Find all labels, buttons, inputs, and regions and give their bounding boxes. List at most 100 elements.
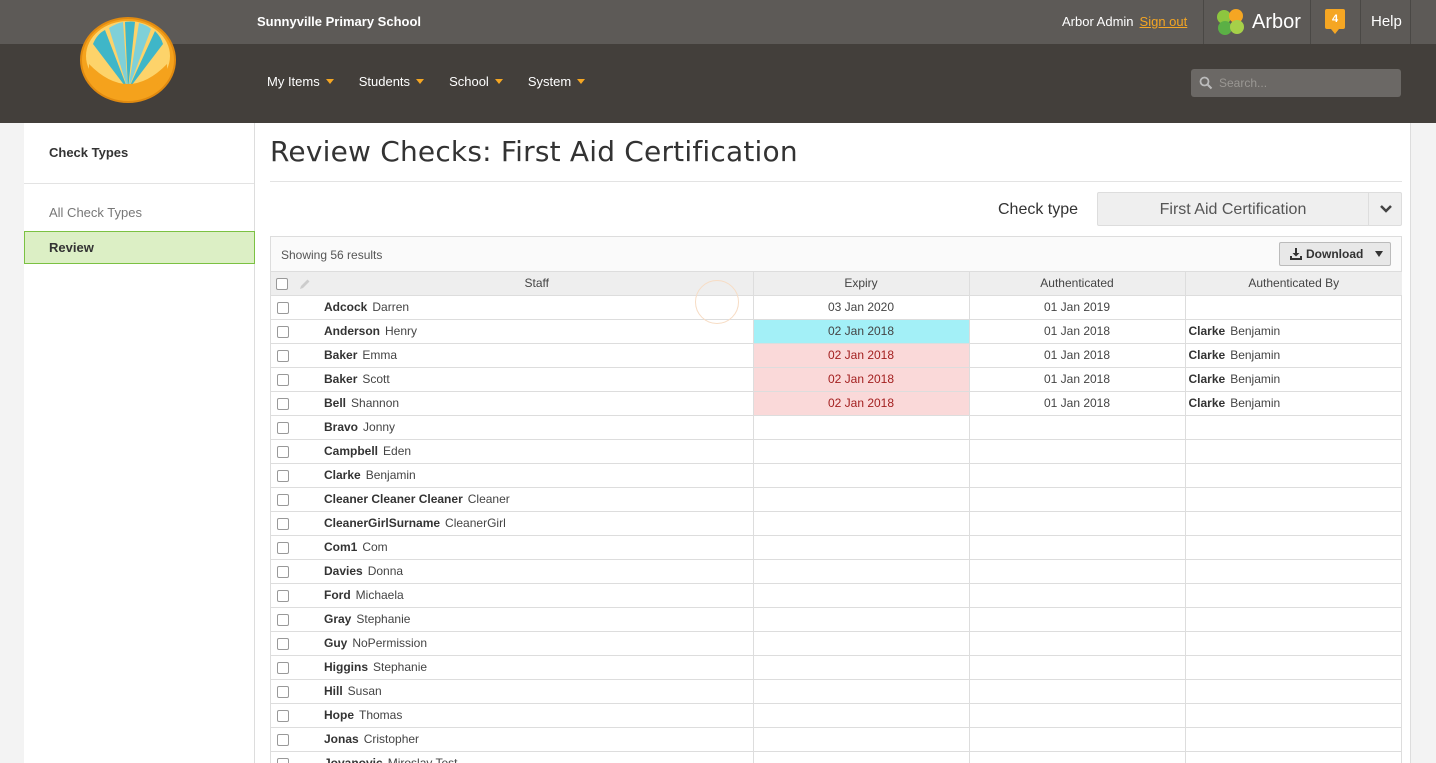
row-checkbox[interactable] xyxy=(277,445,289,458)
authenticated-cell[interactable] xyxy=(969,679,1186,704)
school-logo[interactable] xyxy=(79,16,177,104)
staff-cell[interactable]: Ford Michaela xyxy=(321,583,754,608)
authenticated-cell[interactable] xyxy=(969,583,1186,608)
staff-cell[interactable]: Jovanovic Miroslav Test xyxy=(321,751,754,763)
check-type-select[interactable]: First Aid Certification xyxy=(1097,192,1402,226)
nav-my-items[interactable]: My Items xyxy=(267,74,334,89)
staff-cell[interactable]: Davies Donna xyxy=(321,559,754,584)
authenticated-cell[interactable] xyxy=(969,463,1186,488)
sidebar-item-review[interactable]: Review xyxy=(24,231,255,264)
nav-system[interactable]: System xyxy=(528,74,586,89)
expiry-cell[interactable]: 02 Jan 2018 xyxy=(753,319,970,344)
authenticated-by-cell[interactable]: Clarke Benjamin xyxy=(1185,343,1402,368)
row-checkbox[interactable] xyxy=(277,757,289,763)
staff-cell[interactable]: Higgins Stephanie xyxy=(321,655,754,680)
authenticated-cell[interactable]: 01 Jan 2018 xyxy=(969,367,1186,392)
authenticated-cell[interactable] xyxy=(969,487,1186,512)
nav-students[interactable]: Students xyxy=(359,74,425,89)
expiry-cell[interactable] xyxy=(753,511,970,536)
authenticated-by-cell[interactable] xyxy=(1185,511,1402,536)
column-header-staff[interactable]: Staff xyxy=(321,272,754,296)
table-row[interactable]: Campbell Eden xyxy=(271,439,1402,464)
table-row[interactable]: Com1 Com xyxy=(271,535,1402,560)
staff-cell[interactable]: Guy NoPermission xyxy=(321,631,754,656)
column-header-authenticated-by[interactable]: Authenticated By xyxy=(1185,272,1402,296)
sidebar-item-all-check-types[interactable]: All Check Types xyxy=(49,205,142,220)
sign-out-link[interactable]: Sign out xyxy=(1140,14,1188,29)
authenticated-cell[interactable] xyxy=(969,415,1186,440)
row-checkbox[interactable] xyxy=(277,733,289,746)
authenticated-cell[interactable] xyxy=(969,703,1186,728)
arbor-brand[interactable]: Arbor xyxy=(1214,6,1301,38)
authenticated-by-cell[interactable]: Clarke Benjamin xyxy=(1185,367,1402,392)
staff-cell[interactable]: Baker Emma xyxy=(321,343,754,368)
school-name[interactable]: Sunnyville Primary School xyxy=(257,14,421,29)
expiry-cell[interactable] xyxy=(753,583,970,608)
authenticated-by-cell[interactable] xyxy=(1185,559,1402,584)
pencil-icon[interactable] xyxy=(299,278,311,290)
row-checkbox[interactable] xyxy=(277,421,289,434)
authenticated-by-cell[interactable]: Clarke Benjamin xyxy=(1185,391,1402,416)
authenticated-by-cell[interactable] xyxy=(1185,703,1402,728)
table-row[interactable]: Adcock Darren 03 Jan 2020 01 Jan 2019 xyxy=(271,295,1402,320)
row-checkbox[interactable] xyxy=(277,613,289,626)
expiry-cell[interactable] xyxy=(753,463,970,488)
table-row[interactable]: Davies Donna xyxy=(271,559,1402,584)
help-link[interactable]: Help xyxy=(1371,13,1402,30)
staff-cell[interactable]: Baker Scott xyxy=(321,367,754,392)
authenticated-by-cell[interactable] xyxy=(1185,415,1402,440)
expiry-cell[interactable] xyxy=(753,535,970,560)
row-checkbox[interactable] xyxy=(277,637,289,650)
table-row[interactable]: Hill Susan xyxy=(271,679,1402,704)
authenticated-cell[interactable] xyxy=(969,535,1186,560)
row-checkbox[interactable] xyxy=(277,589,289,602)
authenticated-by-cell[interactable] xyxy=(1185,631,1402,656)
expiry-cell[interactable] xyxy=(753,487,970,512)
authenticated-by-cell[interactable] xyxy=(1185,463,1402,488)
authenticated-by-cell[interactable] xyxy=(1185,295,1402,320)
authenticated-by-cell[interactable] xyxy=(1185,655,1402,680)
staff-cell[interactable]: Bell Shannon xyxy=(321,391,754,416)
expiry-cell[interactable] xyxy=(753,415,970,440)
nav-school[interactable]: School xyxy=(449,74,503,89)
authenticated-cell[interactable] xyxy=(969,655,1186,680)
row-checkbox[interactable] xyxy=(277,469,289,482)
row-checkbox[interactable] xyxy=(277,373,289,386)
select-toggle[interactable] xyxy=(1368,193,1402,225)
row-checkbox[interactable] xyxy=(277,349,289,362)
authenticated-cell[interactable] xyxy=(969,559,1186,584)
staff-cell[interactable]: Gray Stephanie xyxy=(321,607,754,632)
row-checkbox[interactable] xyxy=(277,565,289,578)
authenticated-cell[interactable]: 01 Jan 2018 xyxy=(969,319,1186,344)
table-row[interactable]: Jonas Cristopher xyxy=(271,727,1402,752)
table-row[interactable]: Jovanovic Miroslav Test xyxy=(271,751,1402,763)
column-header-authenticated[interactable]: Authenticated xyxy=(969,272,1186,296)
table-row[interactable]: Hope Thomas xyxy=(271,703,1402,728)
table-row[interactable]: Baker Emma 02 Jan 2018 01 Jan 2018 Clarke Ben… xyxy=(271,343,1402,368)
expiry-cell[interactable] xyxy=(753,607,970,632)
expiry-cell[interactable] xyxy=(753,631,970,656)
authenticated-cell[interactable] xyxy=(969,607,1186,632)
authenticated-cell[interactable] xyxy=(969,511,1186,536)
expiry-cell[interactable] xyxy=(753,727,970,752)
authenticated-cell[interactable]: 01 Jan 2018 xyxy=(969,343,1186,368)
download-button[interactable]: Download xyxy=(1279,242,1391,266)
staff-cell[interactable]: Adcock Darren xyxy=(321,295,754,320)
table-row[interactable]: CleanerGirlSurname CleanerGirl xyxy=(271,511,1402,536)
authenticated-by-cell[interactable] xyxy=(1185,607,1402,632)
staff-cell[interactable]: CleanerGirlSurname CleanerGirl xyxy=(321,511,754,536)
row-checkbox[interactable] xyxy=(277,517,289,530)
select-all-checkbox[interactable] xyxy=(276,278,288,291)
expiry-cell[interactable] xyxy=(753,559,970,584)
authenticated-cell[interactable]: 01 Jan 2018 xyxy=(969,391,1186,416)
staff-cell[interactable]: Cleaner Cleaner Cleaner Cleaner xyxy=(321,487,754,512)
authenticated-by-cell[interactable] xyxy=(1185,487,1402,512)
authenticated-by-cell[interactable] xyxy=(1185,583,1402,608)
staff-cell[interactable]: Com1 Com xyxy=(321,535,754,560)
expiry-cell[interactable]: 02 Jan 2018 xyxy=(753,367,970,392)
authenticated-by-cell[interactable] xyxy=(1185,679,1402,704)
expiry-cell[interactable] xyxy=(753,679,970,704)
table-row[interactable]: Bell Shannon 02 Jan 2018 01 Jan 2018 Clarke B… xyxy=(271,391,1402,416)
authenticated-cell[interactable] xyxy=(969,751,1186,763)
authenticated-cell[interactable] xyxy=(969,439,1186,464)
